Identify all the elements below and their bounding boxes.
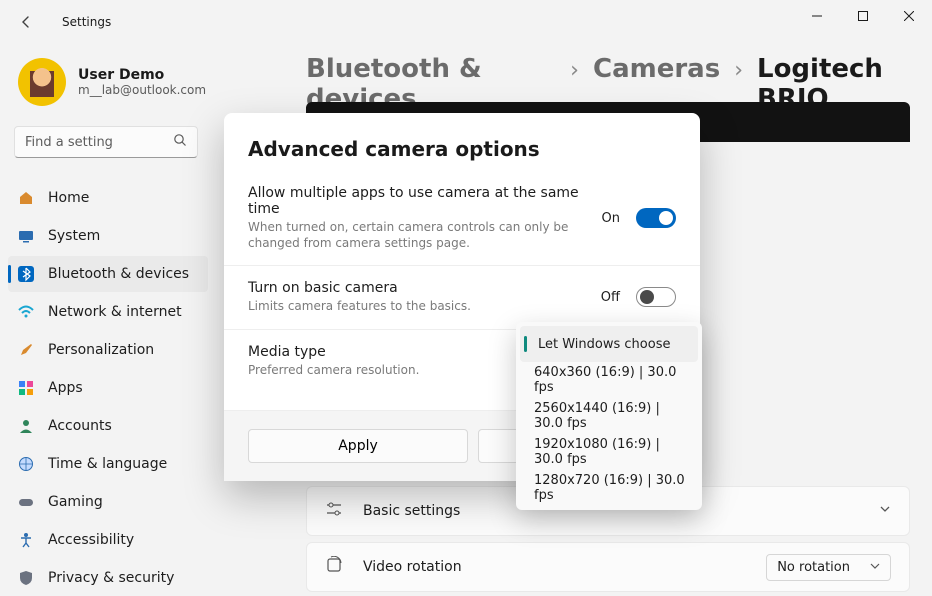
row-desc: When turned on, certain camera controls …: [248, 219, 586, 251]
sidebar-item-time-language[interactable]: Time & language: [8, 446, 208, 482]
wifi-icon: [18, 304, 34, 320]
sidebar-item-bluetooth-devices[interactable]: Bluetooth & devices: [8, 256, 208, 292]
apply-button[interactable]: Apply: [248, 429, 468, 463]
brush-icon: [18, 342, 34, 358]
card-label: Basic settings: [363, 503, 460, 519]
dialog-title: Advanced camera options: [224, 113, 700, 171]
accounts-icon: [18, 418, 34, 434]
sidebar-item-accessibility[interactable]: Accessibility: [8, 522, 208, 558]
chevron-right-icon: ›: [734, 58, 743, 83]
sidebar-item-label: Time & language: [48, 456, 167, 472]
window-controls: [794, 0, 932, 32]
sidebar-item-label: Privacy & security: [48, 570, 174, 586]
gaming-icon: [18, 494, 34, 510]
user-email: m__lab@outlook.com: [78, 83, 206, 97]
sidebar-item-label: System: [48, 228, 100, 244]
video-rotation-row: Video rotation No rotation: [306, 542, 910, 592]
bluetooth-icon: [18, 266, 34, 282]
search-placeholder: Find a setting: [25, 135, 113, 150]
row-title: Allow multiple apps to use camera at the…: [248, 185, 586, 217]
row-title: Turn on basic camera: [248, 280, 585, 296]
sidebar-item-label: Bluetooth & devices: [48, 266, 189, 282]
window-title: Settings: [62, 15, 111, 29]
sidebar-item-label: Apps: [48, 380, 83, 396]
user-block[interactable]: User Demo m__lab@outlook.com: [18, 58, 206, 106]
breadcrumb-mid[interactable]: Cameras: [593, 54, 720, 84]
sidebar-item-gaming[interactable]: Gaming: [8, 484, 208, 520]
chevron-down-icon: [879, 503, 891, 519]
avatar: [18, 58, 66, 106]
chevron-right-icon: ›: [570, 58, 579, 83]
shield-icon: [18, 570, 34, 586]
basic-camera-toggle[interactable]: [636, 287, 676, 307]
search-input[interactable]: Find a setting: [14, 126, 198, 158]
sidebar-item-apps[interactable]: Apps: [8, 370, 208, 406]
dropdown-option[interactable]: 1920x1080 (16:9) | 30.0 fps: [516, 434, 702, 470]
sidebar-item-label: Accounts: [48, 418, 112, 434]
search-icon: [173, 133, 187, 151]
close-button[interactable]: [886, 0, 932, 32]
maximize-button[interactable]: [840, 0, 886, 32]
dropdown-option[interactable]: 2560x1440 (16:9) | 30.0 fps: [516, 398, 702, 434]
chevron-down-icon: [870, 560, 880, 575]
sidebar-item-label: Home: [48, 190, 89, 206]
sidebar-item-label: Network & internet: [48, 304, 182, 320]
sidebar: Home System Bluetooth & devices Network …: [8, 180, 208, 596]
sidebar-item-privacy[interactable]: Privacy & security: [8, 560, 208, 596]
rotation-select[interactable]: No rotation: [766, 554, 891, 581]
system-icon: [18, 228, 34, 244]
sidebar-item-home[interactable]: Home: [8, 180, 208, 216]
sidebar-item-personalization[interactable]: Personalization: [8, 332, 208, 368]
sidebar-item-label: Personalization: [48, 342, 154, 358]
dropdown-option[interactable]: Let Windows choose: [520, 326, 698, 362]
titlebar: Settings: [0, 0, 932, 44]
media-type-dropdown: Let Windows choose 640x360 (16:9) | 30.0…: [516, 322, 702, 510]
dropdown-option[interactable]: 640x360 (16:9) | 30.0 fps: [516, 362, 702, 398]
dropdown-option[interactable]: 1280x720 (16:9) | 30.0 fps: [516, 470, 702, 506]
back-button[interactable]: [8, 4, 44, 40]
row-desc: Limits camera features to the basics.: [248, 298, 585, 314]
accessibility-icon: [18, 532, 34, 548]
sidebar-item-accounts[interactable]: Accounts: [8, 408, 208, 444]
toggle-state: On: [602, 211, 620, 226]
sidebar-item-network[interactable]: Network & internet: [8, 294, 208, 330]
apps-icon: [18, 380, 34, 396]
globe-icon: [18, 456, 34, 472]
toggle-state: Off: [601, 290, 620, 305]
sidebar-item-system[interactable]: System: [8, 218, 208, 254]
sliders-icon: [325, 500, 345, 522]
multi-apps-row: Allow multiple apps to use camera at the…: [224, 171, 700, 265]
sidebar-item-label: Accessibility: [48, 532, 134, 548]
rotation-value: No rotation: [777, 560, 850, 575]
user-name: User Demo: [78, 67, 206, 83]
home-icon: [18, 190, 34, 206]
basic-camera-row: Turn on basic camera Limits camera featu…: [224, 265, 700, 328]
multi-apps-toggle[interactable]: [636, 208, 676, 228]
card-label: Video rotation: [363, 559, 462, 575]
minimize-button[interactable]: [794, 0, 840, 32]
sidebar-item-label: Gaming: [48, 494, 103, 510]
rotation-icon: [325, 556, 345, 578]
